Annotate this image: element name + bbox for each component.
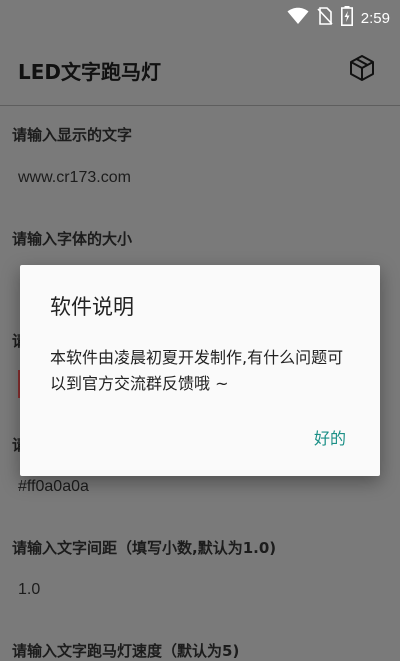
no-sim-icon [317,7,333,29]
cube-icon[interactable] [348,54,376,82]
dialog-title: 软件说明 [50,295,134,319]
size-label: 请输入字体的大小 [12,230,133,248]
text-label: 请输入显示的文字 [12,126,133,144]
bg-color-input[interactable]: #ff0a0a0a [18,478,89,496]
battery-charging-icon [340,6,353,30]
dialog-body: 本软件由凌晨初夏开发制作,有什么问题可以到官方交流群反馈哦 ~ [50,348,344,393]
status-icons: 2:59 [287,6,390,30]
status-bar: 2:59 [0,0,400,32]
status-time: 2:59 [360,9,390,27]
spacing-input[interactable]: 1.0 [18,581,40,599]
wifi-icon [287,7,309,29]
app-title: LED文字跑马灯 [18,60,162,84]
speed-label: 请输入文字跑马灯速度（默认为5) [12,642,240,660]
text-input[interactable]: www.cr173.com [18,169,131,187]
info-dialog: 软件说明 本软件由凌晨初夏开发制作,有什么问题可以到官方交流群反馈哦 ~ 好的 [20,265,380,476]
ok-button[interactable]: 好的 [314,425,346,449]
app-bar: LED文字跑马灯 [0,32,400,106]
spacing-label: 请输入文字间距（填写小数,默认为1.0) [12,539,277,557]
